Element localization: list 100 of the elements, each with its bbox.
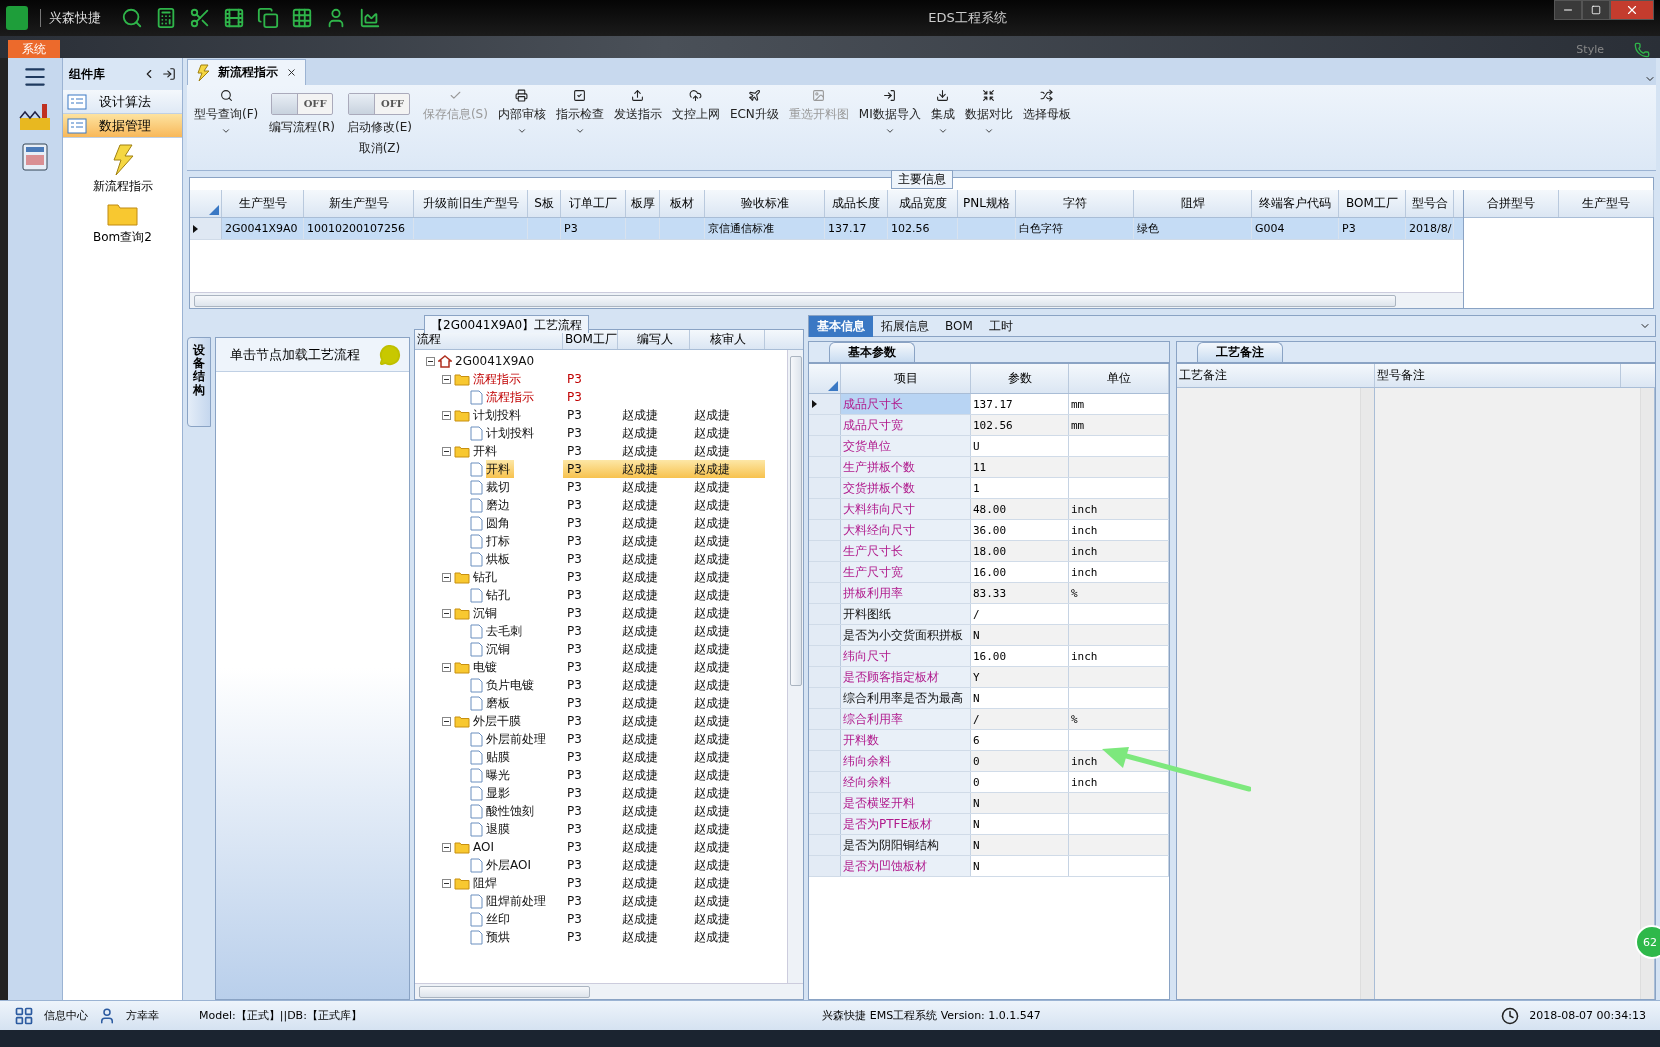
column-header[interactable]: 成品长度 xyxy=(825,190,888,217)
tab[interactable]: 基本参数 xyxy=(829,342,915,362)
pin-icon[interactable] xyxy=(162,67,176,81)
parameter-value[interactable]: 11 xyxy=(971,457,1069,477)
collapse-icon[interactable] xyxy=(442,662,451,672)
horizontal-scrollbar[interactable] xyxy=(190,292,1463,308)
tree-node[interactable]: 沉铜 xyxy=(486,640,514,658)
tab[interactable]: 拓展信息 xyxy=(873,315,937,337)
column-header[interactable]: 型号合 xyxy=(1406,190,1454,217)
tree-node[interactable]: 流程指示 xyxy=(473,370,525,388)
row-header[interactable] xyxy=(809,394,841,414)
column-header[interactable]: 板厚 xyxy=(626,190,660,217)
collapse-icon[interactable] xyxy=(442,446,451,456)
table-row[interactable]: 2G0041X9A0 10010200107256 P3 京信通信标准 137.17 102.56 白色字符 绿色 G004 P3 2018/8/ xyxy=(190,218,1463,240)
tree-node[interactable]: 外层AOI xyxy=(486,856,535,874)
tree-node[interactable]: 负片电镀 xyxy=(486,676,538,694)
parameter-value[interactable]: N xyxy=(971,625,1069,645)
parameter-value[interactable]: 16.00 xyxy=(971,646,1069,666)
table-row[interactable]: 大料纬向尺寸 48.00 inch xyxy=(809,499,1169,520)
collapse-icon[interactable] xyxy=(442,716,451,726)
tree-node[interactable]: 烘板 xyxy=(486,550,514,568)
table-row[interactable]: 是否为小交货面积拼板 N xyxy=(809,625,1169,646)
column-header[interactable]: 流程 xyxy=(415,330,563,349)
phone-icon[interactable] xyxy=(1634,42,1650,58)
collapse-icon[interactable] xyxy=(442,842,451,852)
tree-node[interactable]: 开料 xyxy=(473,442,501,460)
tree-node[interactable]: 外层干膜 xyxy=(473,712,525,730)
column-header[interactable]: 升级前旧生产型号 xyxy=(414,190,528,217)
tree-node[interactable]: 阻焊前处理 xyxy=(486,892,550,910)
parameter-value[interactable]: / xyxy=(971,604,1069,624)
column-header[interactable]: 验收标准 xyxy=(705,190,825,217)
vertical-scrollbar[interactable] xyxy=(787,350,803,983)
tree-node[interactable]: 2G0041X9A0 xyxy=(455,352,539,370)
tree-node[interactable]: 退膜 xyxy=(486,820,514,838)
tree-node[interactable]: 预烘 xyxy=(486,928,514,946)
column-header[interactable]: 工艺备注 xyxy=(1177,364,1375,387)
tree-node[interactable]: 磨板 xyxy=(486,694,514,712)
parameter-value[interactable]: U xyxy=(971,436,1069,456)
tree-node[interactable]: AOI xyxy=(473,838,498,856)
tree-node[interactable]: 去毛刺 xyxy=(486,622,526,640)
table-row[interactable]: 是否为阴阳铜结构 N xyxy=(809,835,1169,856)
side-tab[interactable]: 设备结构 xyxy=(187,337,211,427)
tree-node[interactable]: 圆角 xyxy=(486,514,514,532)
toolbar-button[interactable]: 文控上网 xyxy=(666,89,725,123)
table-row[interactable]: 交货单位 U xyxy=(809,436,1169,457)
tree-node[interactable]: 钻孔 xyxy=(473,568,501,586)
close-button[interactable] xyxy=(1610,0,1654,20)
info-center-label[interactable]: 信息中心 xyxy=(44,1008,88,1023)
tab[interactable]: 工艺备注 xyxy=(1197,342,1283,362)
column-header[interactable]: 项目 xyxy=(841,364,971,393)
table-row[interactable]: 开料数 6 xyxy=(809,730,1169,751)
tree-node[interactable]: 阻焊 xyxy=(473,874,501,892)
collapse-icon[interactable] xyxy=(442,410,451,420)
parameter-value[interactable]: 48.00 xyxy=(971,499,1069,519)
column-header[interactable]: 阻焊 xyxy=(1134,190,1252,217)
table-row[interactable]: 生产尺寸长 18.00 inch xyxy=(809,541,1169,562)
table-row[interactable]: 是否为凹蚀板材 N xyxy=(809,856,1169,877)
tree-node[interactable]: 计划投料 xyxy=(473,406,525,424)
parameter-value[interactable]: 83.33 xyxy=(971,583,1069,603)
column-header[interactable]: 合拼型号 xyxy=(1464,190,1559,217)
film-icon[interactable] xyxy=(223,7,245,29)
tree-node[interactable]: 电镀 xyxy=(473,658,501,676)
column-header[interactable]: 参数 xyxy=(971,364,1069,393)
table-row[interactable]: 经向余料 0 inch xyxy=(809,772,1169,793)
table-row[interactable]: 交货拼板个数 1 xyxy=(809,478,1169,499)
tree-node[interactable]: 计划投料 xyxy=(486,424,538,442)
table-row[interactable]: 成品尺寸宽 102.56 mm xyxy=(809,415,1169,436)
tree-node[interactable]: 流程指示 xyxy=(486,388,538,406)
column-header[interactable]: 型号备注 xyxy=(1375,364,1621,387)
column-header[interactable]: BOM工厂 xyxy=(563,330,618,349)
collapse-icon[interactable] xyxy=(442,608,451,618)
toolbar-button[interactable]: 发送指示 xyxy=(608,89,667,123)
column-header[interactable]: 单位 xyxy=(1069,364,1169,393)
table-row[interactable]: 纬向尺寸 16.00 inch xyxy=(809,646,1169,667)
column-header[interactable]: 终端客户代码 xyxy=(1252,190,1339,217)
tree-node[interactable]: 酸性蚀刻 xyxy=(486,802,538,820)
panel-group[interactable]: 数据管理 xyxy=(63,114,182,138)
parameter-value[interactable]: N xyxy=(971,688,1069,708)
tab[interactable]: 工时 xyxy=(980,315,1021,337)
tree-node[interactable]: 磨边 xyxy=(486,496,514,514)
tree-node[interactable]: 丝印 xyxy=(486,910,514,928)
parameter-value[interactable]: 0 xyxy=(971,751,1069,771)
column-header[interactable]: PNL规格 xyxy=(958,190,1016,217)
collapse-icon[interactable] xyxy=(442,572,451,582)
item-label[interactable]: Bom查询2 xyxy=(93,229,152,246)
parameter-value[interactable]: 1 xyxy=(971,478,1069,498)
folder-icon[interactable] xyxy=(106,201,139,227)
column-header[interactable]: 核审人 xyxy=(690,330,765,349)
tree-node[interactable]: 曝光 xyxy=(486,766,514,784)
parameter-value[interactable]: 0 xyxy=(971,772,1069,792)
grid-icon[interactable] xyxy=(291,7,313,29)
tree-node[interactable]: 沉铜 xyxy=(473,604,501,622)
tree-node[interactable]: 开料 xyxy=(486,460,514,478)
close-icon[interactable] xyxy=(286,67,297,78)
parameter-value[interactable]: 6 xyxy=(971,730,1069,750)
copy-icon[interactable] xyxy=(257,7,279,29)
table-row[interactable]: 拼板利用率 83.33 % xyxy=(809,583,1169,604)
parameter-value[interactable]: Y xyxy=(971,667,1069,687)
table-row[interactable]: 是否顾客指定板材 Y xyxy=(809,667,1169,688)
panel-group[interactable]: 设计算法 xyxy=(63,90,182,114)
